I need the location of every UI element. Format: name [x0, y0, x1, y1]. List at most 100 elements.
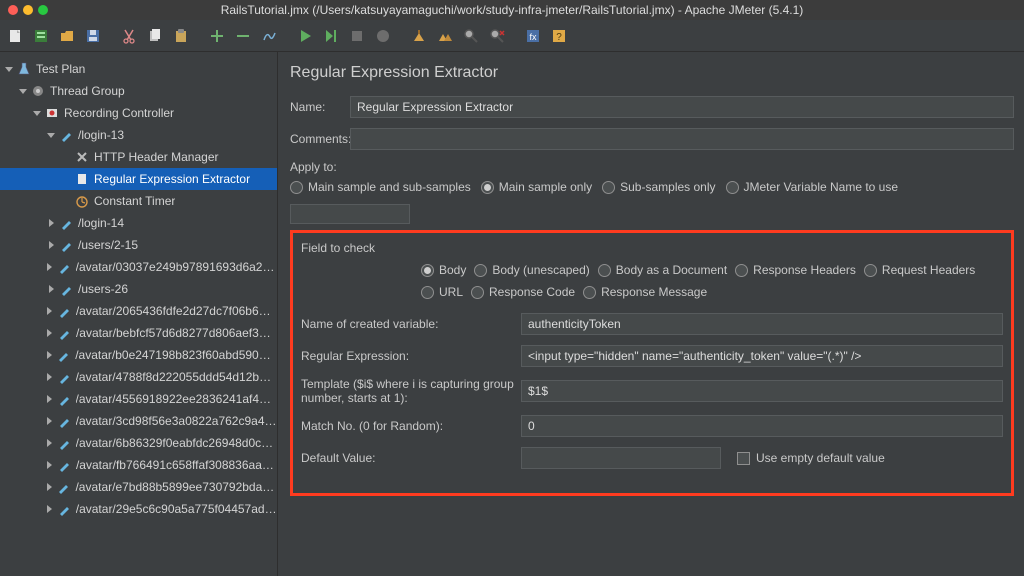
svg-text:fx: fx — [529, 32, 537, 42]
expand-icon[interactable] — [46, 218, 56, 228]
name-input[interactable] — [350, 96, 1014, 118]
collapse-button[interactable] — [232, 25, 254, 47]
form-panel: Regular Expression Extractor Name: Comme… — [278, 52, 1024, 576]
template-input[interactable] — [521, 380, 1003, 402]
radio-response-message[interactable]: Response Message — [583, 285, 707, 299]
expand-icon[interactable] — [46, 350, 53, 360]
search-button[interactable] — [460, 25, 482, 47]
comments-input[interactable] — [350, 128, 1014, 150]
clear-all-button[interactable] — [434, 25, 456, 47]
pipette-icon — [58, 127, 74, 143]
help-button[interactable]: ? — [548, 25, 570, 47]
tree-avatar-item[interactable]: /avatar/6b86329f0eabfdc26948d0c4ab7a5e36… — [0, 432, 277, 454]
empty-default-checkbox[interactable]: Use empty default value — [737, 451, 885, 465]
zoom-window[interactable] — [38, 5, 48, 15]
cut-button[interactable] — [118, 25, 140, 47]
expand-icon[interactable] — [46, 482, 53, 492]
expand-icon[interactable] — [32, 108, 42, 118]
tree-avatar-item[interactable]: /avatar/fb766491c658ffaf308836aab77a874f… — [0, 454, 277, 476]
radio-body[interactable]: Body — [421, 263, 466, 277]
new-button[interactable] — [4, 25, 26, 47]
expand-icon[interactable] — [46, 504, 54, 514]
tree-avatar-item[interactable]: /avatar/2065436fdfe2d27dc7f06b6787a4a1af… — [0, 300, 277, 322]
radio-request-headers[interactable]: Request Headers — [864, 263, 975, 277]
expand-icon[interactable] — [46, 416, 54, 426]
radio-main-only[interactable]: Main sample only — [481, 180, 592, 194]
expand-icon[interactable] — [46, 306, 54, 316]
gear-icon — [30, 83, 46, 99]
copy-button[interactable] — [144, 25, 166, 47]
tree-avatar-item[interactable]: /avatar/4556918922ee2836241af45928ab0618… — [0, 388, 277, 410]
tree-label: /avatar/3cd98f56e3a0822a762c9a4b85fd5685… — [76, 414, 277, 428]
expand-icon[interactable] — [46, 130, 56, 140]
toggle-button[interactable] — [258, 25, 280, 47]
tree-avatar-item[interactable]: /avatar/b0e247198b823f60abd5908730477b2c… — [0, 344, 277, 366]
tree-panel: Test Plan Thread Group Recording Control… — [0, 52, 278, 576]
close-window[interactable] — [8, 5, 18, 15]
tree-avatar-item[interactable]: /avatar/03037e249b97891693d6a292289be0ff… — [0, 256, 277, 278]
regex-input[interactable] — [521, 345, 1003, 367]
panel-title: Regular Expression Extractor — [290, 64, 1014, 82]
pipette-icon — [55, 347, 71, 363]
tree-users-2-15[interactable]: /users/2-15 — [0, 234, 277, 256]
function-helper-button[interactable]: fx — [522, 25, 544, 47]
expand-icon[interactable] — [46, 438, 54, 448]
shutdown-button[interactable] — [372, 25, 394, 47]
tree-http-header[interactable]: HTTP Header Manager — [0, 146, 277, 168]
expand-icon[interactable] — [4, 64, 14, 74]
start-button[interactable] — [294, 25, 316, 47]
tree-recording-controller[interactable]: Recording Controller — [0, 102, 277, 124]
tree-constant-timer[interactable]: Constant Timer — [0, 190, 277, 212]
start-no-pause-button[interactable] — [320, 25, 342, 47]
expand-icon[interactable] — [46, 240, 56, 250]
tree-avatar-item[interactable]: /avatar/bebfcf57d6d8277d806aef3385c078d-… — [0, 322, 277, 344]
pipette-icon — [56, 391, 72, 407]
expand-icon[interactable] — [46, 372, 54, 382]
minimize-window[interactable] — [23, 5, 33, 15]
tree-avatar-item[interactable]: /avatar/3cd98f56e3a0822a762c9a4b85fd5685… — [0, 410, 277, 432]
expand-icon[interactable] — [46, 460, 54, 470]
tree-label: /login-13 — [78, 128, 124, 142]
expand-icon — [62, 152, 72, 162]
tree-avatar-item[interactable]: /users-26 — [0, 278, 277, 300]
tree-avatar-item[interactable]: /avatar/4788f8d222055ddd54d12b75514cd8c3… — [0, 366, 277, 388]
radio-response-headers[interactable]: Response Headers — [735, 263, 856, 277]
clear-button[interactable] — [408, 25, 430, 47]
save-button[interactable] — [82, 25, 104, 47]
expand-icon[interactable] — [18, 86, 28, 96]
expand-icon[interactable] — [46, 284, 56, 294]
radio-body-doc[interactable]: Body as a Document — [598, 263, 727, 277]
tree-avatar-item[interactable]: /avatar/29e5c6c90a5a775f04457add23bbd40-… — [0, 498, 277, 520]
tree-test-plan[interactable]: Test Plan — [0, 58, 277, 80]
tree-thread-group[interactable]: Thread Group — [0, 80, 277, 102]
tree-avatar-item[interactable]: /avatar/e7bd88b5899ee730792bda440e23722a… — [0, 476, 277, 498]
radio-response-code[interactable]: Response Code — [471, 285, 575, 299]
radio-jmeter-var[interactable]: JMeter Variable Name to use — [726, 180, 899, 194]
jmeter-var-input[interactable] — [290, 204, 410, 224]
templates-button[interactable] — [30, 25, 52, 47]
tree-login-14[interactable]: /login-14 — [0, 212, 277, 234]
expand-icon[interactable] — [46, 262, 54, 272]
tree-regex-extractor[interactable]: Regular Expression Extractor — [0, 168, 277, 190]
stop-button[interactable] — [346, 25, 368, 47]
reset-search-button[interactable] — [486, 25, 508, 47]
open-button[interactable] — [56, 25, 78, 47]
tree-label: /avatar/29e5c6c90a5a775f04457add23bbd40-… — [76, 502, 277, 516]
match-no-input[interactable] — [521, 415, 1003, 437]
radio-url[interactable]: URL — [421, 285, 463, 299]
radio-sub-only[interactable]: Sub-samples only — [602, 180, 715, 194]
empty-default-label: Use empty default value — [756, 451, 885, 465]
expand-button[interactable] — [206, 25, 228, 47]
var-name-input[interactable] — [521, 313, 1003, 335]
name-row: Name: — [290, 96, 1014, 118]
svg-text:?: ? — [556, 32, 562, 43]
default-input[interactable] — [521, 447, 721, 469]
paste-button[interactable] — [170, 25, 192, 47]
radio-body-unescaped[interactable]: Body (unescaped) — [474, 263, 589, 277]
radio-main-and-sub[interactable]: Main sample and sub-samples — [290, 180, 471, 194]
expand-icon[interactable] — [46, 394, 54, 404]
window-titlebar: RailsTutorial.jmx (/Users/katsuyayamaguc… — [0, 0, 1024, 20]
expand-icon[interactable] — [46, 328, 54, 338]
tree-login-13[interactable]: /login-13 — [0, 124, 277, 146]
record-icon — [44, 105, 60, 121]
